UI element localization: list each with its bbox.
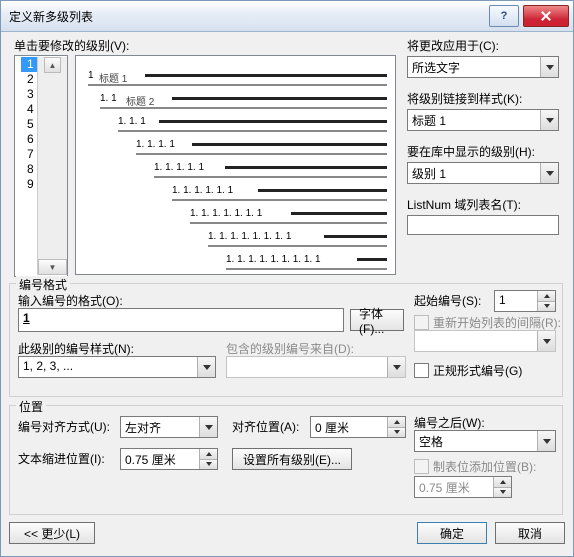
chevron-down-icon[interactable] xyxy=(197,357,215,377)
spin-up-icon[interactable] xyxy=(538,291,555,302)
preview-row: 1. 1标题 2 xyxy=(76,93,387,103)
tab-stop-checkbox[interactable]: 制表位添加位置(B): xyxy=(414,458,536,475)
include-from-value xyxy=(227,357,387,377)
chevron-down-icon xyxy=(387,357,405,377)
title-bar: 定义新多级列表 ? xyxy=(1,1,573,32)
enter-format-input[interactable]: 1 xyxy=(18,308,344,332)
start-at-value: 1 xyxy=(495,291,537,311)
tab-stop-label: 制表位添加位置(B): xyxy=(433,458,536,475)
preview-row: 1. 1. 1. 1. 1. 1. 1 xyxy=(76,208,387,218)
gallery-level-value: 级别 1 xyxy=(408,163,540,183)
legal-format-label: 正规形式编号(G) xyxy=(433,362,522,379)
close-button[interactable] xyxy=(523,5,569,27)
restart-after-label: 重新开始列表的间隔(R): xyxy=(433,314,561,331)
apply-to-label: 将更改应用于(C): xyxy=(407,37,559,54)
levels-scrollbar[interactable]: ▲ ▼ xyxy=(37,57,67,275)
spin-down-icon[interactable] xyxy=(538,302,555,312)
spin-down-icon[interactable] xyxy=(388,428,405,438)
restart-after-value xyxy=(415,331,537,351)
chevron-down-icon[interactable] xyxy=(199,417,217,437)
font-button[interactable]: 字体(F)... xyxy=(350,309,404,331)
num-style-value: 1, 2, 3, ... xyxy=(19,357,197,377)
cancel-button[interactable]: 取消 xyxy=(495,522,565,544)
spin-up-icon[interactable] xyxy=(388,417,405,428)
scroll-down-icon[interactable]: ▼ xyxy=(38,259,67,275)
follow-combo[interactable]: 空格 xyxy=(414,430,556,452)
restart-after-checkbox: 重新开始列表的间隔(R): xyxy=(414,314,561,331)
set-all-levels-button[interactable]: 设置所有级别(E)... xyxy=(232,448,352,470)
ok-button[interactable]: 确定 xyxy=(417,522,487,544)
preview-row: 1. 1. 1 xyxy=(76,116,387,126)
text-indent-label: 文本缩进位置(I): xyxy=(18,450,105,467)
position-legend: 位置 xyxy=(16,398,46,415)
gallery-level-combo[interactable]: 级别 1 xyxy=(407,162,559,184)
num-style-label: 此级别的编号样式(N): xyxy=(18,340,134,357)
level-listbox[interactable]: 123456789 ▲ ▼ xyxy=(14,55,68,277)
preview-row: 1. 1. 1. 1. 1. 1. 1. 1. 1 xyxy=(76,254,387,264)
click-level-label: 单击要修改的级别(V): xyxy=(14,37,129,54)
preview-row: 1. 1. 1. 1. 1. 1. 1. 1 xyxy=(76,231,387,241)
include-from-combo xyxy=(226,356,406,378)
gallery-level-label: 要在库中显示的级别(H): xyxy=(407,143,559,160)
include-from-label: 包含的级别编号来自(D): xyxy=(226,340,354,357)
chevron-down-icon[interactable] xyxy=(540,163,558,183)
align-combo[interactable]: 左对齐 xyxy=(120,416,218,438)
spin-up-icon[interactable] xyxy=(200,449,217,460)
link-style-label: 将级别链接到样式(K): xyxy=(407,90,559,107)
start-at-spin[interactable]: 1 xyxy=(494,290,556,312)
preview-pane: 1标题 1 1. 1标题 2 1. 1. 1 1. 1. 1. 1 1. 1. 1. 1… xyxy=(75,55,396,275)
follow-label: 编号之后(W): xyxy=(414,414,485,431)
apply-to-value: 所选文字 xyxy=(408,57,540,77)
preview-row: 1标题 1 xyxy=(76,70,387,80)
spin-down-icon xyxy=(494,488,511,498)
follow-value: 空格 xyxy=(415,431,537,451)
help-button[interactable]: ? xyxy=(489,5,519,27)
link-style-combo[interactable]: 标题 1 xyxy=(407,109,559,131)
number-format-legend: 编号格式 xyxy=(16,276,70,293)
aligned-at-label: 对齐位置(A): xyxy=(232,418,299,435)
tab-stop-spin: 0.75 厘米 xyxy=(414,476,512,498)
link-style-value: 标题 1 xyxy=(408,110,540,130)
preview-row: 1. 1. 1. 1. 1 xyxy=(76,162,387,172)
aligned-at-value: 0 厘米 xyxy=(311,417,387,437)
listnum-label: ListNum 域列表名(T): xyxy=(407,196,559,213)
listnum-input[interactable] xyxy=(407,215,559,235)
start-at-label: 起始编号(S): xyxy=(414,292,481,309)
legal-format-checkbox[interactable]: 正规形式编号(G) xyxy=(414,362,522,379)
spin-down-icon[interactable] xyxy=(200,460,217,470)
number-format-group: 编号格式 输入编号的格式(O): 1 字体(F)... 此级别的编号样式(N):… xyxy=(9,283,563,397)
restart-after-combo xyxy=(414,330,556,352)
enter-format-label: 输入编号的格式(O): xyxy=(18,292,123,309)
aligned-at-spin[interactable]: 0 厘米 xyxy=(310,416,406,438)
chevron-down-icon[interactable] xyxy=(537,431,555,451)
less-button[interactable]: << 更少(L) xyxy=(9,522,95,544)
apply-to-combo[interactable]: 所选文字 xyxy=(407,56,559,78)
num-style-combo[interactable]: 1, 2, 3, ... xyxy=(18,356,216,378)
chevron-down-icon[interactable] xyxy=(540,57,558,77)
close-icon xyxy=(541,11,551,21)
align-value: 左对齐 xyxy=(121,417,199,437)
scroll-up-icon[interactable]: ▲ xyxy=(44,57,61,73)
position-group: 位置 编号对齐方式(U): 左对齐 对齐位置(A): 0 厘米 文本缩进位置(I… xyxy=(9,405,563,515)
chevron-down-icon xyxy=(537,331,555,351)
text-indent-value: 0.75 厘米 xyxy=(121,449,199,469)
tab-stop-value: 0.75 厘米 xyxy=(415,477,493,497)
text-indent-spin[interactable]: 0.75 厘米 xyxy=(120,448,218,470)
spin-up-icon xyxy=(494,477,511,488)
chevron-down-icon[interactable] xyxy=(540,110,558,130)
preview-row: 1. 1. 1. 1 xyxy=(76,139,387,149)
window-title: 定义新多级列表 xyxy=(1,8,489,25)
preview-row: 1. 1. 1. 1. 1. 1 xyxy=(76,185,387,195)
align-label: 编号对齐方式(U): xyxy=(18,418,110,435)
